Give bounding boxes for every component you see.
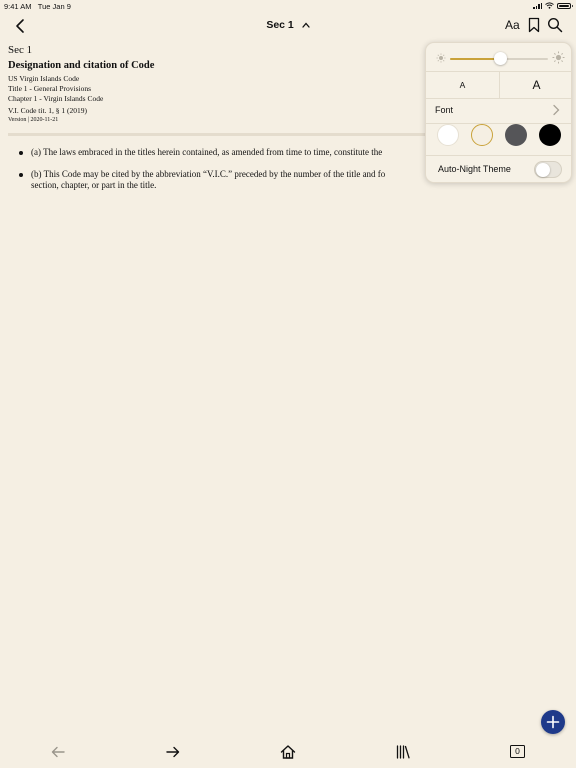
- status-date: Tue Jan 9: [37, 2, 71, 11]
- header-divider: [8, 133, 428, 136]
- toggle-knob: [536, 162, 550, 177]
- auto-night-label: Auto-Night Theme: [438, 164, 511, 174]
- brightness-thumb[interactable]: [494, 52, 508, 65]
- auto-night-toggle[interactable]: [534, 161, 562, 178]
- sun-small-icon: [436, 53, 446, 63]
- citation: V.I. Code tit. 1, § 1 (2019): [8, 106, 88, 115]
- section-number: Sec 1: [8, 44, 33, 56]
- theme-black-swatch[interactable]: [539, 124, 561, 146]
- wifi-icon: [545, 2, 554, 9]
- theme-gray-swatch[interactable]: [505, 124, 527, 146]
- auto-night-row: Auto-Night Theme: [426, 156, 571, 182]
- decrease-font-button[interactable]: A: [426, 72, 499, 98]
- library-icon[interactable]: [395, 744, 411, 760]
- font-label: Font: [435, 105, 454, 115]
- text-settings-button[interactable]: Aa: [505, 18, 520, 32]
- battery-icon: [557, 2, 573, 9]
- nav-bar: Sec 1 Aa: [0, 12, 576, 40]
- cellular-signal-icon: [533, 2, 542, 9]
- nav-title: Sec 1: [266, 19, 294, 31]
- breadcrumb-code[interactable]: US Virgin Islands Code: [8, 74, 428, 84]
- breadcrumb-title[interactable]: Title 1 - General Provisions: [8, 84, 428, 94]
- text-settings-popover: A A Font Auto-Night Theme: [425, 42, 572, 183]
- home-icon[interactable]: [280, 744, 296, 760]
- status-time: 9:41 AM Tue Jan 9: [4, 2, 71, 11]
- document-header: Sec 1 Designation and citation of Code U…: [8, 44, 428, 123]
- paragraph-a: (a) The laws embraced in the titles here…: [18, 147, 426, 159]
- version-label: Version | 2020-11-21: [8, 117, 59, 123]
- section-heading: Designation and citation of Code: [8, 60, 155, 71]
- status-bar: 9:41 AM Tue Jan 9: [0, 0, 576, 12]
- breadcrumb-chapter[interactable]: Chapter 1 - Virgin Islands Code: [8, 94, 428, 104]
- status-indicators: [533, 2, 573, 9]
- brightness-fill: [450, 58, 501, 60]
- theme-sepia-swatch[interactable]: [471, 124, 493, 146]
- brightness-slider[interactable]: [450, 52, 548, 65]
- plus-icon: [546, 715, 560, 729]
- section-body: (a) The laws embraced in the titles here…: [18, 147, 426, 202]
- arrow-left-icon[interactable]: [50, 744, 66, 760]
- theme-white-swatch[interactable]: [437, 124, 459, 146]
- arrow-right-icon[interactable]: [165, 744, 181, 760]
- add-note-button[interactable]: [541, 710, 565, 734]
- chevron-right-icon: [553, 104, 560, 116]
- open-tabs-count[interactable]: 0: [510, 745, 525, 758]
- paragraph-b: (b) This Code may be cited by the abbrev…: [18, 169, 426, 192]
- increase-font-button[interactable]: A: [500, 72, 571, 98]
- bookmark-icon[interactable]: [527, 17, 541, 33]
- search-icon[interactable]: [547, 17, 563, 33]
- section-title-menu[interactable]: Sec 1: [0, 19, 576, 31]
- sun-large-icon: [552, 51, 565, 64]
- bottom-toolbar: 0: [0, 736, 576, 768]
- chevron-up-icon: [302, 19, 310, 31]
- font-picker-row[interactable]: Font: [426, 98, 571, 123]
